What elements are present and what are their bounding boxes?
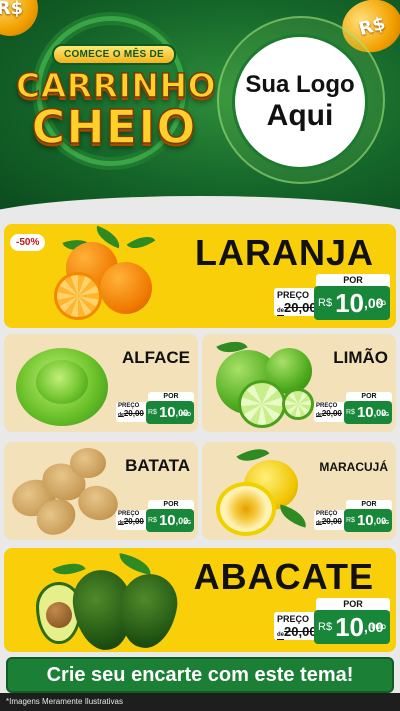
old-price-value: de20,00: [118, 409, 144, 418]
price-unit: UNID: [371, 625, 386, 631]
product-name: MARACUJÁ: [319, 460, 388, 474]
promo-tag: COMECE O MÊS DE: [51, 44, 177, 65]
old-price-value: de20,00: [277, 624, 317, 639]
current-price: R$ 10 ,00 KG: [146, 509, 194, 532]
price-integer: 10: [335, 611, 364, 642]
old-price: PREÇO de20,00: [116, 402, 146, 422]
product-card-limao[interactable]: LIMÃO POR PREÇO de20,00 R$ 10 ,00 KG: [202, 334, 396, 432]
price-unit: KG: [381, 520, 390, 526]
old-price: PREÇO de20,00: [274, 612, 318, 640]
price-block: POR PREÇO de20,00 R$ 10 ,00 UNID: [274, 598, 390, 644]
cta-banner[interactable]: Crie seu encarte com este tema!: [6, 657, 394, 693]
currency-symbol: R$: [148, 409, 157, 416]
discount-badge: -50%: [10, 234, 46, 251]
passion-fruit-image: [208, 442, 318, 538]
price-block: POR PREÇO de20,00 R$ 10 ,00 KG: [314, 392, 392, 424]
header-banner: R$ R$ COMECE O MÊS DE CARRINHO CHEIO Sua…: [0, 0, 400, 214]
currency-symbol: R$: [346, 517, 355, 524]
orange-image: [44, 225, 164, 326]
preco-label: PREÇO: [277, 614, 310, 624]
price-integer: 10: [356, 512, 374, 529]
current-price: R$ 10 ,00 KG: [344, 401, 392, 424]
price-block: POR PREÇO de20,00 R$ 10 ,00 KG: [116, 500, 194, 532]
old-price: PREÇO de20,00: [274, 288, 318, 316]
product-card-batata[interactable]: BATATA POR PREÇO de20,00 R$ 10 ,00 KG: [4, 442, 198, 540]
current-price: R$ 10 ,00 UNID: [314, 610, 390, 644]
old-price: PREÇO de20,00: [314, 510, 344, 530]
old-price: PREÇO de20,00: [116, 510, 146, 530]
old-price-value: de20,00: [277, 300, 317, 315]
promo-title: COMECE O MÊS DE CARRINHO CHEIO: [15, 44, 217, 154]
logo-placeholder[interactable]: Sua Logo Aqui: [232, 34, 368, 170]
price-block: POR PREÇO de20,00 R$ 10 ,00 KG: [314, 500, 392, 532]
price-unit: KG: [377, 301, 386, 307]
currency-symbol: R$: [346, 409, 355, 416]
coin-icon: R$: [0, 0, 38, 36]
old-price-value: de20,00: [316, 517, 342, 526]
preco-label: PREÇO: [277, 290, 310, 300]
header-curve: [0, 196, 400, 214]
price-integer: 10: [356, 404, 374, 421]
product-name: ABACATE: [193, 556, 374, 597]
disclaimer-text: *Imagens Meramente Ilustrativas: [0, 693, 400, 711]
price-unit: KG: [183, 520, 192, 526]
product-name: ALFACE: [122, 348, 190, 367]
product-card-alface[interactable]: ALFACE POR PREÇO de20,00 R$ 10 ,00 UNID: [4, 334, 198, 432]
price-integer: 10: [335, 287, 364, 318]
product-name: BATATA: [125, 456, 190, 475]
old-price-value: de20,00: [118, 517, 144, 526]
price-block: POR PREÇO de20,00 R$ 10 ,00 UNID: [116, 392, 194, 424]
currency-symbol: R$: [318, 297, 333, 309]
product-card-maracuja[interactable]: MARACUJÁ POR PREÇO de20,00 R$ 10 ,00 KG: [202, 442, 396, 540]
old-price: PREÇO de20,00: [314, 402, 344, 422]
old-price-value: de20,00: [316, 409, 342, 418]
current-price: R$ 10 ,00 KG: [314, 286, 390, 320]
price-integer: 10: [158, 404, 176, 421]
promo-line-2: CHEIO: [31, 100, 197, 154]
product-card-laranja[interactable]: -50% LARANJA POR PREÇO de20,00 R$ 10 ,00…: [4, 224, 396, 328]
lime-image: [208, 334, 318, 428]
currency-symbol: R$: [318, 621, 333, 633]
logo-text-line-1: Sua Logo: [245, 71, 355, 98]
current-price: R$ 10 ,00 UNID: [146, 401, 194, 424]
product-name: LIMÃO: [333, 348, 388, 367]
lettuce-image: [10, 340, 114, 428]
product-name: LARANJA: [194, 232, 374, 273]
avocado-image: [34, 552, 184, 652]
price-block: POR PREÇO de20,00 R$ 10 ,00 KG: [274, 274, 390, 320]
price-unit: UNID: [178, 412, 191, 418]
current-price: R$ 10 ,00 KG: [344, 509, 392, 532]
promo-line-1: CARRINHO: [15, 66, 217, 105]
potato-image: [8, 446, 124, 540]
product-card-abacate[interactable]: ABACATE POR PREÇO de20,00 R$ 10 ,00 UNID: [4, 548, 396, 652]
price-integer: 10: [158, 512, 176, 529]
currency-symbol: R$: [148, 517, 157, 524]
logo-text-line-2: Aqui: [266, 99, 334, 132]
price-unit: KG: [381, 412, 390, 418]
